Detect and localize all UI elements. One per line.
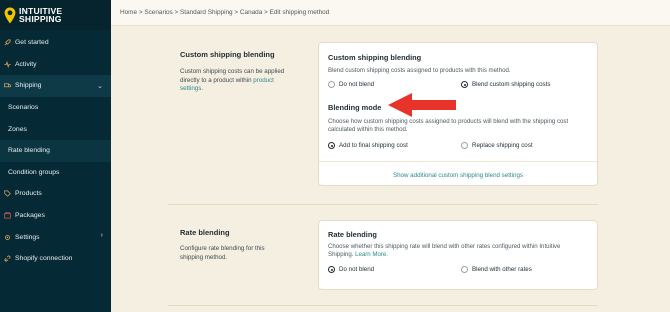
sidebar-subitem-rate-blending[interactable]: Rate blending xyxy=(0,139,111,162)
chevron-down-icon: ⌄ xyxy=(97,83,103,91)
sidebar-subitem-condition-groups[interactable]: Condition groups xyxy=(0,162,111,184)
brand-name: INTUITIVE SHIPPING xyxy=(19,7,62,24)
sidebar-item-label: Shipping xyxy=(15,82,42,90)
package-icon xyxy=(4,212,11,219)
sidebar-subitem-scenarios[interactable]: Scenarios xyxy=(0,97,111,119)
chevron-right-icon: › xyxy=(100,232,103,240)
radio-add-to-final-cost[interactable]: Add to final shipping cost xyxy=(328,142,408,149)
rate-blending-section-desc: Configure rate blending for this shippin… xyxy=(180,245,265,261)
sidebar-item-shipping[interactable]: Shipping ⌄ xyxy=(0,75,111,97)
sidebar-item-packages[interactable]: Packages xyxy=(0,205,111,227)
show-additional-settings-link[interactable]: Show additional custom shipping blend se… xyxy=(319,172,597,179)
sidebar-item-shopify-connection[interactable]: Shopify connection xyxy=(0,248,111,270)
custom-blending-card: Custom shipping blending Blend custom sh… xyxy=(318,42,598,186)
custom-blending-section-desc: Custom shipping costs can be applied dir… xyxy=(180,68,285,94)
radio-indicator[interactable] xyxy=(461,142,468,149)
sidebar-item-label: Rate blending xyxy=(8,147,50,155)
radio-indicator[interactable] xyxy=(461,266,468,273)
radio-label: Do not blend xyxy=(339,266,375,273)
radio-blend-with-other-rates[interactable]: Blend with other rates xyxy=(461,266,532,273)
blending-mode-text: Choose how custom shipping costs assigne… xyxy=(328,118,569,134)
brand-logo[interactable]: INTUITIVE SHIPPING xyxy=(0,0,111,30)
card-divider xyxy=(319,161,597,162)
rate-blending-card-title: Rate blending xyxy=(328,230,377,239)
radio-blend-custom-costs[interactable]: Blend custom shipping costs xyxy=(461,81,550,88)
sidebar-subitem-zones[interactable]: Zones xyxy=(0,118,111,140)
red-arrow-annotation xyxy=(388,93,456,117)
sidebar-item-label: Get started xyxy=(15,39,49,47)
gear-icon xyxy=(5,234,10,240)
brand-line2: SHIPPING xyxy=(19,14,62,24)
rocket-icon xyxy=(4,39,11,46)
breadcrumb[interactable]: Home > Scenarios > Standard Shipping > C… xyxy=(120,9,329,16)
sidebar-item-label: Condition groups xyxy=(8,168,60,176)
radio-indicator[interactable] xyxy=(461,81,468,88)
sidebar-item-activity[interactable]: Activity xyxy=(0,54,111,76)
link-icon xyxy=(4,255,11,263)
radio-label: Blend custom shipping costs xyxy=(472,81,551,88)
sidebar-item-settings[interactable]: Settings › xyxy=(0,226,111,248)
activity-icon xyxy=(4,60,11,68)
radio-label: Add to final shipping cost xyxy=(339,142,408,149)
tag-icon xyxy=(4,190,11,198)
learn-more-link[interactable]: Learn More. xyxy=(355,251,388,258)
custom-blending-section-title: Custom shipping blending xyxy=(180,50,275,59)
rate-blending-section-title: Rate blending xyxy=(180,228,230,237)
radio-label: Blend with other rates xyxy=(472,266,532,273)
section-divider xyxy=(168,204,598,205)
section-divider xyxy=(168,305,598,306)
sidebar-item-label: Shopify connection xyxy=(15,255,73,263)
sidebar-item-label: Zones xyxy=(8,125,27,133)
truck-icon xyxy=(4,83,11,88)
radio-indicator[interactable] xyxy=(328,81,335,88)
rate-blending-card: Rate blending Choose whether this shippi… xyxy=(318,220,598,290)
radio-label: Replace shipping cost xyxy=(472,142,533,149)
blending-mode-title: Blending mode xyxy=(328,103,382,112)
sidebar-item-get-started[interactable]: Get started xyxy=(0,32,111,54)
radio-rate-do-not-blend[interactable]: Do not blend xyxy=(328,266,374,273)
rate-blending-card-text: Choose whether this shipping rate will b… xyxy=(328,243,583,259)
sidebar-item-label: Settings xyxy=(15,233,40,241)
location-pin-icon xyxy=(4,7,16,23)
sidebar-item-products[interactable]: Products xyxy=(0,183,111,205)
sidebar-item-label: Packages xyxy=(15,212,45,220)
sidebar-item-label: Products xyxy=(15,190,42,198)
custom-blending-card-text: Blend custom shipping costs assigned to … xyxy=(328,67,511,74)
radio-indicator[interactable] xyxy=(328,266,335,273)
sidebar-item-label: Scenarios xyxy=(8,104,39,112)
sidebar-item-label: Activity xyxy=(15,60,37,68)
custom-blending-card-title: Custom shipping blending xyxy=(328,53,422,62)
top-bar: Home > Scenarios > Standard Shipping > C… xyxy=(111,0,670,26)
radio-do-not-blend[interactable]: Do not blend xyxy=(328,81,374,88)
radio-indicator[interactable] xyxy=(328,142,335,149)
custom-blending-desc-end: . xyxy=(201,85,204,93)
sidebar: INTUITIVE SHIPPING Get started Activity … xyxy=(0,0,111,312)
radio-replace-shipping-cost[interactable]: Replace shipping cost xyxy=(461,142,533,149)
radio-label: Do not blend xyxy=(339,81,375,88)
